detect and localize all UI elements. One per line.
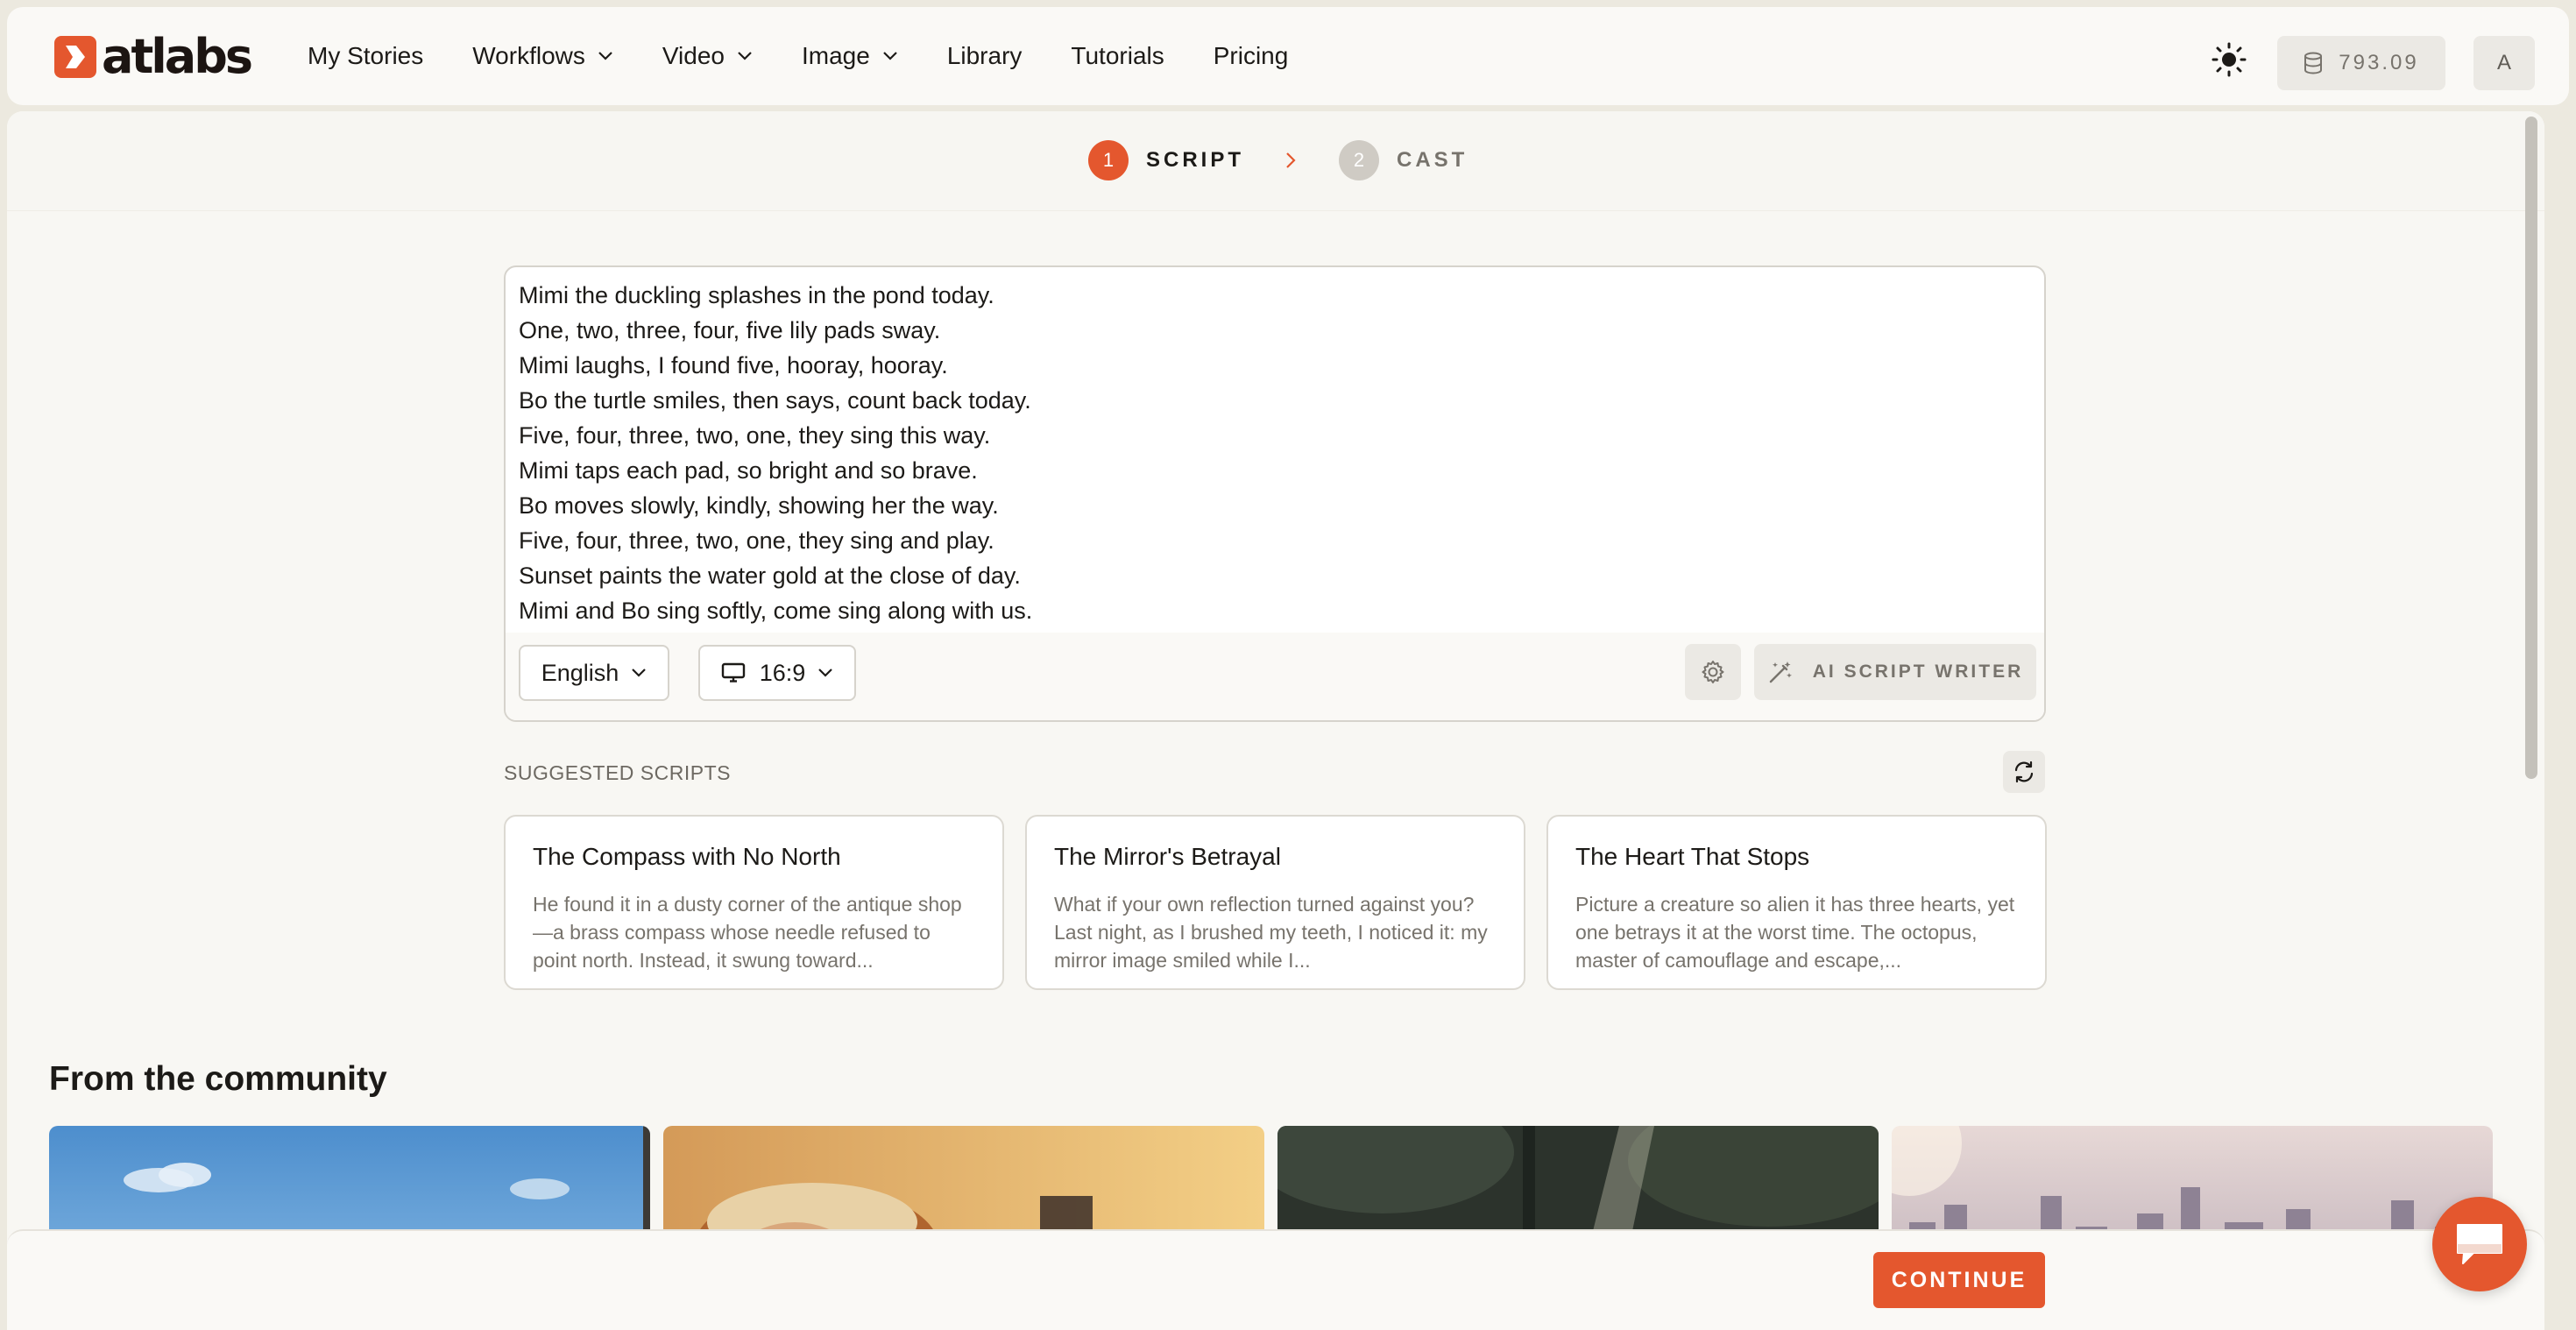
database-icon [2304,52,2323,74]
script-line: Five, four, three, two, one, they sing a… [519,527,994,554]
nav-label: Video [662,42,725,69]
script-line: Mimi and Bo sing softly, come sing along… [519,598,1033,624]
step-label: SCRIPT [1146,148,1245,172]
nav-my-stories[interactable]: My Stories [308,42,423,70]
script-line: Bo the turtle smiles, then says, count b… [519,387,1031,414]
card-title: The Heart That Stops [1575,843,1810,870]
chevron-down-icon [737,51,753,61]
language-value: English [541,659,619,686]
sun-icon[interactable] [2210,40,2248,79]
steps-bar: 1 SCRIPT 2 CAST [7,111,2544,211]
scrollbar-thumb[interactable] [2525,117,2537,779]
continue-button[interactable]: CONTINUE [1873,1252,2045,1308]
avatar-initial: A [2496,51,2511,74]
magic-wand-icon [1769,661,1792,683]
script-line: Mimi the duckling splashes in the pond t… [519,282,994,308]
nav-label: Tutorials [1071,42,1164,69]
refresh-suggestions-button[interactable] [2003,751,2045,793]
nav-workflows[interactable]: Workflows [472,42,613,70]
nav-label: Image [801,42,870,69]
community-section-title: From the community [49,1060,387,1098]
nav-tutorials[interactable]: Tutorials [1071,42,1164,70]
chevron-down-icon [631,668,647,678]
chat-bubble-icon [2457,1224,2502,1264]
suggested-script-card[interactable]: The Heart That Stops Picture a creature … [1546,815,2047,990]
credits-value: 793.09 [2339,51,2419,74]
atlabs-logo[interactable]: atlabs [54,29,253,84]
card-title: The Mirror's Betrayal [1054,843,1281,870]
script-line: Mimi laughs, I found five, hooray, hoora… [519,352,948,378]
top-navbar: atlabs My Stories Workflows Video Image … [7,7,2569,105]
main-panel: 1 SCRIPT 2 CAST Mimi the duckling splash… [7,111,2544,1330]
nav-label: My Stories [308,42,424,69]
editor-toolbar: English 16:9 AI SCRIPT WRITER [506,633,2044,720]
refresh-icon [2014,761,2034,783]
chevron-down-icon [817,668,833,678]
monitor-icon [721,662,745,683]
ai-script-writer-button[interactable]: AI SCRIPT WRITER [1754,644,2036,700]
script-line: Mimi taps each pad, so bright and so bra… [519,457,978,484]
chevron-down-icon [882,51,898,61]
card-description: What if your own reflection turned again… [1054,893,1488,972]
language-select[interactable]: English [519,645,669,701]
nav-video[interactable]: Video [662,42,753,70]
script-line: Five, four, three, two, one, they sing t… [519,422,991,449]
suggested-script-card[interactable]: The Mirror's Betrayal What if your own r… [1025,815,1525,990]
step-label: CAST [1397,148,1468,172]
script-textarea[interactable]: Mimi the duckling splashes in the pond t… [519,278,2008,637]
card-description: Picture a creature so alien it has three… [1575,893,2015,972]
ai-writer-label: AI SCRIPT WRITER [1812,661,2024,682]
card-description: He found it in a dusty corner of the ant… [533,893,962,972]
nav-pricing[interactable]: Pricing [1214,42,1289,70]
nav-label: Library [946,42,1023,69]
avatar[interactable]: A [2473,36,2535,90]
step-script[interactable]: 1 SCRIPT [1088,140,1244,180]
step-number: 1 [1088,140,1129,180]
card-title: The Compass with No North [533,843,841,870]
logo-text: atlabs [102,29,253,84]
chevron-down-icon [598,51,613,61]
credits-balance[interactable]: 793.09 [2277,36,2445,90]
aspect-ratio-select[interactable]: 16:9 [698,645,856,701]
suggested-scripts-title: SUGGESTED SCRIPTS [504,761,731,784]
nav-label: Pricing [1213,42,1289,69]
aspect-ratio-value: 16:9 [759,659,806,686]
nav-label: Workflows [472,42,585,69]
script-line: One, two, three, four, five lily pads sw… [519,317,941,343]
script-editor: Mimi the duckling splashes in the pond t… [504,265,2046,722]
step-cast[interactable]: 2 CAST [1339,140,1468,180]
logo-mark-icon [54,36,96,78]
settings-button[interactable] [1685,644,1741,700]
chat-support-button[interactable] [2432,1197,2527,1291]
step-number: 2 [1339,140,1379,180]
suggested-script-card[interactable]: The Compass with No North He found it in… [504,815,1004,990]
nav-links: My Stories Workflows Video Image Library… [308,7,1337,105]
script-line: Sunset paints the water gold at the clos… [519,562,1021,589]
script-line: Bo moves slowly, kindly, showing her the… [519,492,999,519]
gear-icon [1702,661,1724,683]
chevron-right-icon [1284,148,1297,177]
nav-image[interactable]: Image [802,42,898,70]
bottom-action-bar: CONTINUE [7,1229,2544,1330]
scrollbar[interactable] [2520,111,2544,1330]
nav-library[interactable]: Library [947,42,1023,70]
